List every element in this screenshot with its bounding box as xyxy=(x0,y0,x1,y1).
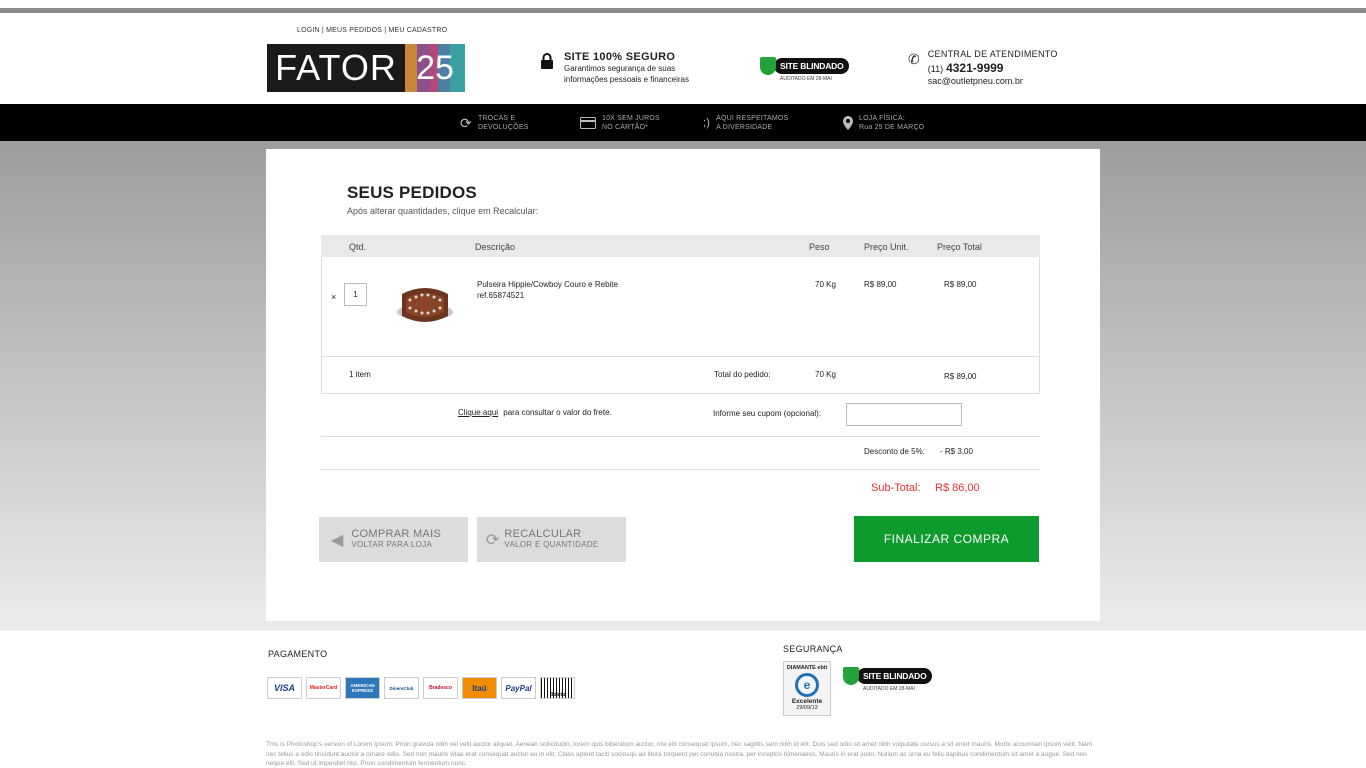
checkout-button[interactable]: FINALIZAR COMPRA xyxy=(854,516,1039,562)
order-total-label: Total do pedido: xyxy=(714,370,771,379)
coupon-label: Informe seu cupom (opcional): xyxy=(713,409,822,418)
continue-shopping-sub: VOLTAR PARA LOJA xyxy=(351,540,433,549)
ebit-label: Excelente xyxy=(791,698,823,705)
secure-line1: Garantimos segurança de suas xyxy=(564,64,676,73)
diners-icon: DinersClub xyxy=(384,677,419,699)
nav-item-parcelas[interactable]: 10X SEM JUROS NO CARTÃO* xyxy=(580,114,660,132)
ebit-badge[interactable]: DIAMANTE ebit e Excelente 29/09/13 xyxy=(783,661,831,716)
arrow-left-icon: ◀ xyxy=(331,531,344,549)
blindado-sub: AUDITADO EM 28-MAI xyxy=(863,686,915,692)
account-links[interactable]: LOGIN | MEUS PEDIDOS | MEU CADASTRO xyxy=(297,27,447,34)
blindado-label: SITE BLINDADO xyxy=(857,668,932,684)
nav-item-diversidade[interactable]: ;) AQUI RESPEITAMOS A DIVERSIDADE xyxy=(703,114,788,132)
product-unit-price: R$ 89,00 xyxy=(864,280,897,289)
refresh-icon: ⟳ xyxy=(486,531,500,549)
bradesco-icon: Bradesco xyxy=(423,677,458,699)
lock-icon xyxy=(541,53,553,69)
divider xyxy=(322,356,1039,357)
product-image[interactable] xyxy=(390,272,460,342)
phone-icon: ✆ xyxy=(908,51,920,67)
site-blindado-badge[interactable]: SITE BLINDADO AUDITADO EM 28-MAI xyxy=(760,57,849,82)
contact-phone: 4321-9999 xyxy=(946,61,1004,75)
freight-link[interactable]: Clique aqui xyxy=(458,408,498,417)
continue-shopping-button[interactable]: ◀ COMPRAR MAIS VOLTAR PARA LOJA xyxy=(319,517,468,562)
secure-title: SITE 100% SEGURO xyxy=(564,51,676,63)
security-title: SEGURANÇA xyxy=(783,644,843,654)
refresh-icon: ⟳ xyxy=(460,114,472,131)
col-total-price: Preço Total xyxy=(937,242,982,252)
quantity-input[interactable]: 1 xyxy=(344,283,367,306)
visa-icon: VISA xyxy=(267,677,302,699)
subtotal-value: R$ 86,00 xyxy=(935,482,980,494)
col-qty: Qtd. xyxy=(349,242,367,252)
product-weight: 70 Kg xyxy=(815,280,836,289)
recalculate-button[interactable]: ⟳ RECALCULAR VALOR E QUANTIDADE xyxy=(477,517,626,562)
boleto-icon: Boleto xyxy=(540,677,575,699)
secure-line2: informações pessoais e financeiras xyxy=(564,75,689,84)
paypal-icon: PayPal xyxy=(501,677,536,699)
ebit-top: DIAMANTE ebit xyxy=(786,665,828,671)
payment-title: PAGAMENTO xyxy=(268,649,328,659)
discount-label: Desconto de 5%: xyxy=(864,447,925,456)
contact-title: CENTRAL DE ATENDIMENTO xyxy=(927,49,1058,59)
recalculate-sub: VALOR E QUANTIDADE xyxy=(504,540,599,549)
secure-site-info: SITE 100% SEGURO Garantimos segurança de… xyxy=(540,51,689,85)
recalculate-label: RECALCULAR xyxy=(504,528,582,540)
card-icon xyxy=(580,117,596,129)
benefits-bar: ⟳ TROCAS E DEVOLUÇÕES 10X SEM JUROS NO CAR… xyxy=(0,104,1366,141)
nav-item-loja[interactable]: LOJA FÍSICA: Rua 25 DE MARÇO xyxy=(843,114,924,132)
wink-icon: ;) xyxy=(703,116,711,129)
discount-value: - R$ 3,00 xyxy=(940,447,973,456)
coupon-input[interactable] xyxy=(846,403,962,426)
product-name[interactable]: Pulseira Hippie/Cowboy Couro e Rebite xyxy=(477,280,618,289)
continue-shopping-label: COMPRAR MAIS xyxy=(351,528,442,540)
logo-text: FATOR xyxy=(267,44,405,92)
page-title: SEUS PEDIDOS xyxy=(347,183,477,202)
contact-ddd: (11) xyxy=(927,64,944,74)
header: LOGIN | MEUS PEDIDOS | MEU CADASTRO FATO… xyxy=(0,13,1366,104)
amex-icon: AMERICAN EXPRESS xyxy=(345,677,380,699)
order-total-price: R$ 89,00 xyxy=(944,372,977,381)
site-blindado-footer-badge[interactable]: SITE BLINDADO AUDITADO EM 28-MAI xyxy=(843,667,932,692)
ebit-date: 29/09/13 xyxy=(796,705,818,711)
shield-icon xyxy=(760,57,776,75)
itau-icon: Itaú xyxy=(462,677,497,699)
freight-text: para consultar o valor do frete. xyxy=(503,408,612,417)
subtotal-label: Sub-Total: xyxy=(871,482,921,494)
table-header: Qtd. Descrição Peso Preço Unit. Preço To… xyxy=(321,235,1040,257)
footer-text: This is Photoshop's version of Lorem Ips… xyxy=(266,741,1093,767)
item-count: 1 item xyxy=(349,370,371,379)
product-total-price: R$ 89,00 xyxy=(944,280,977,289)
divider xyxy=(321,469,1040,470)
divider xyxy=(321,436,1040,437)
pin-icon xyxy=(843,116,853,130)
remove-item-icon[interactable]: × xyxy=(331,292,336,302)
col-unit-price: Preço Unit. xyxy=(864,242,909,252)
blindado-label: SITE BLINDADO xyxy=(774,58,849,74)
product-ref: ref.65874521 xyxy=(477,291,525,300)
contact-info: ✆ CENTRAL DE ATENDIMENTO (11) 4321-9999 s… xyxy=(908,49,1058,86)
page-subtitle: Após alterar quantidades, clique em Reca… xyxy=(347,206,539,216)
freight-info: Clique aqui para consultar o valor do fr… xyxy=(458,408,612,417)
shield-icon xyxy=(843,667,859,685)
col-desc: Descrição xyxy=(475,242,516,252)
blindado-sub: AUDITADO EM 28-MAI xyxy=(780,76,832,82)
payment-methods: VISA MasterCard AMERICAN EXPRESS DinersC… xyxy=(267,677,575,699)
mastercard-icon: MasterCard xyxy=(306,677,341,699)
contact-email[interactable]: sac@outletpneu.com.br xyxy=(928,76,1058,86)
nav-item-trocas[interactable]: ⟳ TROCAS E DEVOLUÇÕES xyxy=(460,114,529,132)
col-weight: Peso xyxy=(809,242,830,252)
logo-number: 25 xyxy=(405,44,465,92)
order-total-weight: 70 Kg xyxy=(815,370,836,379)
logo[interactable]: FATOR 25 xyxy=(267,44,465,92)
cart-panel: SEUS PEDIDOS Após alterar quantidades, c… xyxy=(266,149,1100,621)
cart-table: × 1 Pulseira Hippie/Cowboy Couro e Rebit… xyxy=(321,257,1040,394)
ebit-icon: e xyxy=(795,673,819,697)
